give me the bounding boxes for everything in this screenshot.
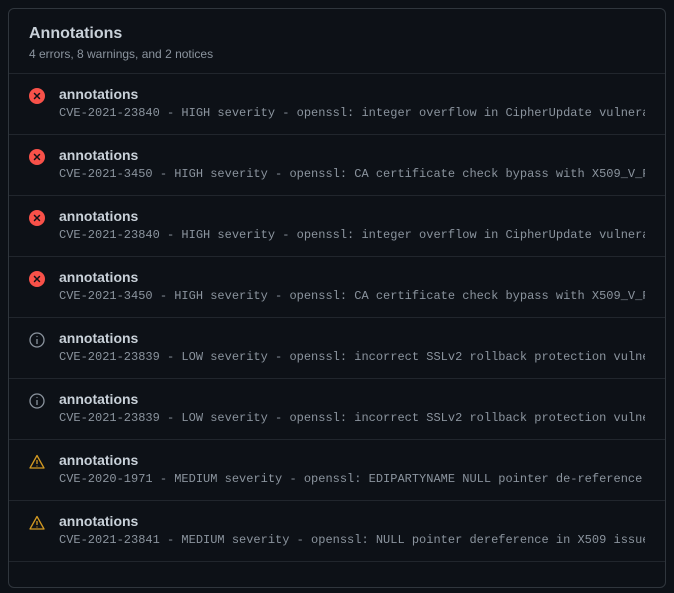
annotations-panel: Annotations 4 errors, 8 warnings, and 2 … (8, 8, 666, 588)
annotation-item[interactable]: annotations CVE-2021-23841 - MEDIUM sever… (9, 501, 665, 562)
error-circle-icon (29, 88, 45, 104)
annotation-item[interactable]: annotations CVE-2020-1971 - MEDIUM severi… (9, 440, 665, 501)
annotation-item[interactable]: annotations CVE-2021-23839 - LOW severity… (9, 379, 665, 440)
annotation-description: CVE-2021-3450 - HIGH severity - openssl:… (59, 289, 645, 303)
annotation-content: annotations CVE-2021-23841 - MEDIUM sever… (59, 513, 645, 547)
annotation-title: annotations (59, 269, 645, 285)
error-circle-icon (29, 149, 45, 165)
annotation-item[interactable]: annotations CVE-2021-3450 - HIGH severity… (9, 257, 665, 318)
annotation-content: annotations CVE-2021-3450 - HIGH severity… (59, 147, 645, 181)
annotation-title: annotations (59, 391, 645, 407)
annotation-title: annotations (59, 86, 645, 102)
annotations-summary: 4 errors, 8 warnings, and 2 notices (29, 47, 645, 61)
annotations-title: Annotations (29, 25, 645, 43)
annotation-item[interactable]: annotations CVE-2021-23839 - LOW severity… (9, 318, 665, 379)
annotations-list: annotations CVE-2021-23840 - HIGH severit… (9, 73, 665, 562)
annotation-item[interactable]: annotations CVE-2021-3450 - HIGH severity… (9, 135, 665, 196)
annotation-title: annotations (59, 513, 645, 529)
error-circle-icon (29, 210, 45, 226)
annotation-description: CVE-2020-1971 - MEDIUM severity - openss… (59, 472, 645, 486)
warning-triangle-icon (29, 454, 45, 470)
annotation-content: annotations CVE-2021-3450 - HIGH severity… (59, 269, 645, 303)
annotation-item[interactable]: annotations CVE-2021-23840 - HIGH severit… (9, 74, 665, 135)
annotation-content: annotations CVE-2021-23840 - HIGH severit… (59, 208, 645, 242)
annotation-description: CVE-2021-23841 - MEDIUM severity - opens… (59, 533, 645, 547)
info-circle-icon (29, 393, 45, 409)
annotation-description: CVE-2021-3450 - HIGH severity - openssl:… (59, 167, 645, 181)
info-circle-icon (29, 332, 45, 348)
annotation-content: annotations CVE-2020-1971 - MEDIUM severi… (59, 452, 645, 486)
annotation-title: annotations (59, 452, 645, 468)
warning-triangle-icon (29, 515, 45, 531)
annotation-description: CVE-2021-23840 - HIGH severity - openssl… (59, 228, 645, 242)
annotation-description: CVE-2021-23839 - LOW severity - openssl:… (59, 350, 645, 364)
annotations-header: Annotations 4 errors, 8 warnings, and 2 … (9, 9, 665, 73)
error-circle-icon (29, 271, 45, 287)
annotation-content: annotations CVE-2021-23839 - LOW severity… (59, 391, 645, 425)
annotation-title: annotations (59, 330, 645, 346)
annotation-item[interactable]: annotations CVE-2021-23840 - HIGH severit… (9, 196, 665, 257)
annotation-title: annotations (59, 208, 645, 224)
annotation-content: annotations CVE-2021-23840 - HIGH severit… (59, 86, 645, 120)
annotation-content: annotations CVE-2021-23839 - LOW severity… (59, 330, 645, 364)
annotation-description: CVE-2021-23839 - LOW severity - openssl:… (59, 411, 645, 425)
annotation-description: CVE-2021-23840 - HIGH severity - openssl… (59, 106, 645, 120)
annotation-title: annotations (59, 147, 645, 163)
